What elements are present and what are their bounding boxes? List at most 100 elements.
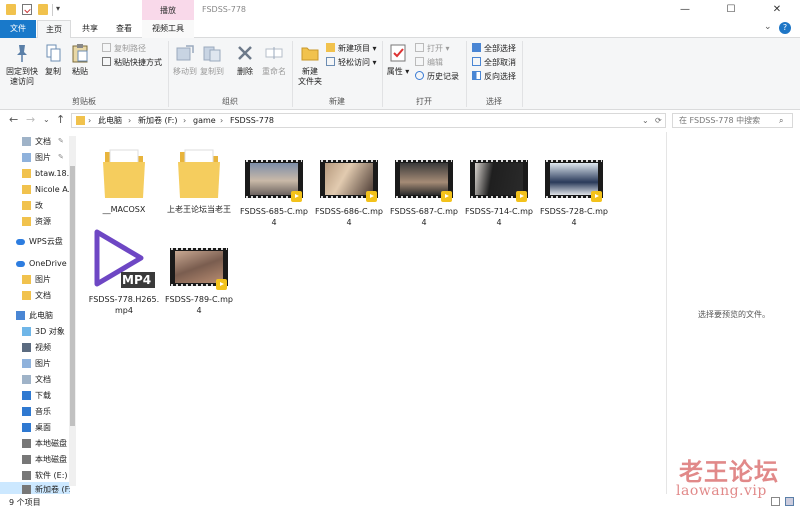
file-name: FSDSS-778.H265.mp4 — [88, 295, 160, 315]
sidebar-item[interactable]: 文档 — [0, 372, 70, 387]
paste-shortcut-icon — [102, 57, 111, 66]
sidebar-item-label: 下载 — [35, 391, 51, 400]
sidebar-item-label: 视频 — [35, 343, 51, 352]
sidebar-item[interactable]: 文档 ✎ — [0, 134, 70, 149]
breadcrumb-this-pc[interactable]: 此电脑 — [98, 115, 122, 127]
sidebar-item[interactable]: 文档 — [0, 288, 70, 303]
play-badge-icon — [516, 191, 527, 202]
delete-button[interactable]: 删除 — [233, 42, 257, 77]
navigation-pane: 文档 ✎ 图片 ✎ btaw.18... Nicole A... 改资源 WPS云盘 OneDr… — [0, 132, 78, 494]
context-tab-play[interactable]: 播放 — [142, 0, 194, 21]
expand-ribbon-icon[interactable]: ⌄ — [764, 22, 772, 32]
recent-locations-icon[interactable]: ⌄ — [43, 115, 50, 124]
close-button[interactable]: ✕ — [754, 0, 800, 20]
tab-home[interactable]: 主页 — [37, 20, 71, 39]
open-button[interactable]: 打开 ▾ — [415, 43, 450, 54]
customize-quick-access-icon[interactable]: ▾ — [56, 4, 60, 13]
file-item[interactable]: FSDSS-728-C.mp4 — [538, 160, 610, 228]
help-icon[interactable]: ? — [779, 22, 791, 34]
nav-scrollbar[interactable] — [69, 136, 76, 486]
paste-label: 粘贴 — [72, 67, 88, 76]
sidebar-item[interactable]: OneDrive — [0, 256, 70, 271]
search-input[interactable]: 在 FSDSS-778 中搜索 ⌕ — [672, 113, 793, 128]
tab-share[interactable]: 共享 — [73, 20, 107, 38]
tab-view[interactable]: 查看 — [107, 20, 141, 38]
sidebar-item[interactable]: 图片 ✎ — [0, 150, 70, 165]
refresh-icon[interactable]: ⟳ — [655, 115, 662, 127]
file-item[interactable]: FSDSS-685-C.mp4 — [238, 160, 310, 228]
group-label-open: 打开 — [416, 97, 432, 106]
search-icon: ⌕ — [779, 116, 784, 125]
tab-file[interactable]: 文件 — [0, 20, 36, 38]
sidebar-item[interactable]: 下载 — [0, 388, 70, 403]
scrollbar-thumb[interactable] — [70, 166, 75, 426]
folder-icon — [22, 169, 31, 178]
copy-path-button[interactable]: 复制路径 — [102, 43, 146, 54]
breadcrumb-current[interactable]: FSDSS-778 — [230, 115, 274, 127]
sidebar-item[interactable]: 此电脑 — [0, 308, 70, 323]
select-none-button[interactable]: 全部取消 — [472, 57, 516, 68]
copy-to-button[interactable]: 复制到 — [199, 42, 225, 77]
tab-video-tools[interactable]: 视频工具 — [142, 20, 194, 38]
paste-button[interactable]: 粘贴 — [66, 42, 94, 77]
sidebar-item[interactable]: 本地磁盘 — [0, 436, 70, 451]
sidebar-item[interactable]: 本地磁盘 — [0, 452, 70, 467]
properties-icon — [387, 42, 409, 64]
sidebar-item[interactable]: 改 — [0, 198, 70, 213]
rename-icon — [263, 42, 285, 64]
sidebar-item[interactable]: 音乐 — [0, 404, 70, 419]
sidebar-item[interactable]: btaw.18... — [0, 166, 70, 181]
invert-selection-button[interactable]: 反向选择 — [472, 71, 516, 82]
paste-shortcut-button[interactable]: 粘贴快捷方式 — [102, 57, 162, 68]
video-thumbnail-icon — [395, 160, 453, 202]
file-item[interactable]: FSDSS-714-C.mp4 — [463, 160, 535, 228]
select-all-button[interactable]: 全部选择 — [472, 43, 516, 54]
item-count: 9 个项目 — [9, 498, 41, 507]
address-dropdown-icon[interactable]: ⌄ — [642, 115, 649, 127]
properties-button[interactable]: 属性 ▾ — [386, 42, 410, 77]
drive-icon — [22, 471, 31, 480]
easy-access-button[interactable]: 轻松访问 ▾ — [326, 57, 377, 68]
sidebar-item[interactable]: 3D 对象 — [0, 324, 70, 339]
rename-button[interactable]: 重命名 — [259, 42, 289, 77]
move-to-button[interactable]: 移动到 — [172, 42, 198, 77]
open-icon — [415, 43, 424, 52]
properties-quick-icon[interactable] — [22, 4, 32, 15]
new-folder-button[interactable]: 新建 文件夹 — [295, 42, 325, 87]
sidebar-item[interactable]: Nicole A... — [0, 182, 70, 197]
maximize-button[interactable]: ☐ — [708, 0, 754, 20]
history-button[interactable]: 历史记录 — [415, 71, 459, 82]
file-item[interactable]: 上老王论坛当老王 — [163, 144, 235, 215]
sidebar-item[interactable]: 图片 — [0, 272, 70, 287]
breadcrumb-drive-f[interactable]: 新加卷 (F:) — [138, 115, 177, 127]
file-item[interactable]: __MACOSX — [88, 144, 160, 215]
explorer-window: ▾ 播放 FSDSS-778 — ☐ ✕ 文件 主页 共享 查看 视频工具 ⌄ … — [0, 0, 800, 510]
sidebar-item[interactable]: 桌面 — [0, 420, 70, 435]
folder-icon — [22, 217, 31, 226]
edit-button[interactable]: 编辑 — [415, 57, 443, 68]
sidebar-item-label: btaw.18... — [35, 169, 70, 178]
group-label-new: 新建 — [329, 97, 345, 106]
drive-icon — [22, 439, 31, 448]
file-item[interactable]: FSDSS-687-C.mp4 — [388, 160, 460, 228]
address-bar[interactable]: › 此电脑 › 新加卷 (F:) › game › FSDSS-778 ⌄ ⟳ — [71, 113, 666, 128]
file-item[interactable]: FSDSS-686-C.mp4 — [313, 160, 385, 228]
forward-arrow-icon[interactable]: → — [26, 113, 35, 126]
move-to-label: 移动到 — [173, 67, 197, 76]
breadcrumb-game[interactable]: game — [193, 115, 216, 127]
file-item[interactable]: FSDSS-789-C.mp4 — [163, 248, 235, 316]
sidebar-item[interactable]: 新加卷 (F: — [0, 482, 70, 494]
sidebar-item[interactable]: 软件 (E:) — [0, 468, 70, 483]
sidebar-item[interactable]: 视频 — [0, 340, 70, 355]
copy-button[interactable]: 复制 — [41, 42, 65, 77]
up-arrow-icon[interactable]: ↑ — [56, 113, 65, 126]
sidebar-item[interactable]: 资源 — [0, 214, 70, 229]
sidebar-item[interactable]: 图片 — [0, 356, 70, 371]
back-arrow-icon[interactable]: ← — [9, 113, 18, 126]
sidebar-item[interactable]: WPS云盘 — [0, 234, 70, 249]
pin-quick-access-button[interactable]: 固定到快 速访问 — [3, 42, 41, 87]
file-item[interactable]: MP4 FSDSS-778.H265.mp4 — [88, 228, 160, 316]
minimize-button[interactable]: — — [662, 0, 708, 20]
new-item-button[interactable]: 新建项目 ▾ — [326, 43, 377, 54]
new-folder-quick-icon[interactable] — [38, 4, 48, 15]
